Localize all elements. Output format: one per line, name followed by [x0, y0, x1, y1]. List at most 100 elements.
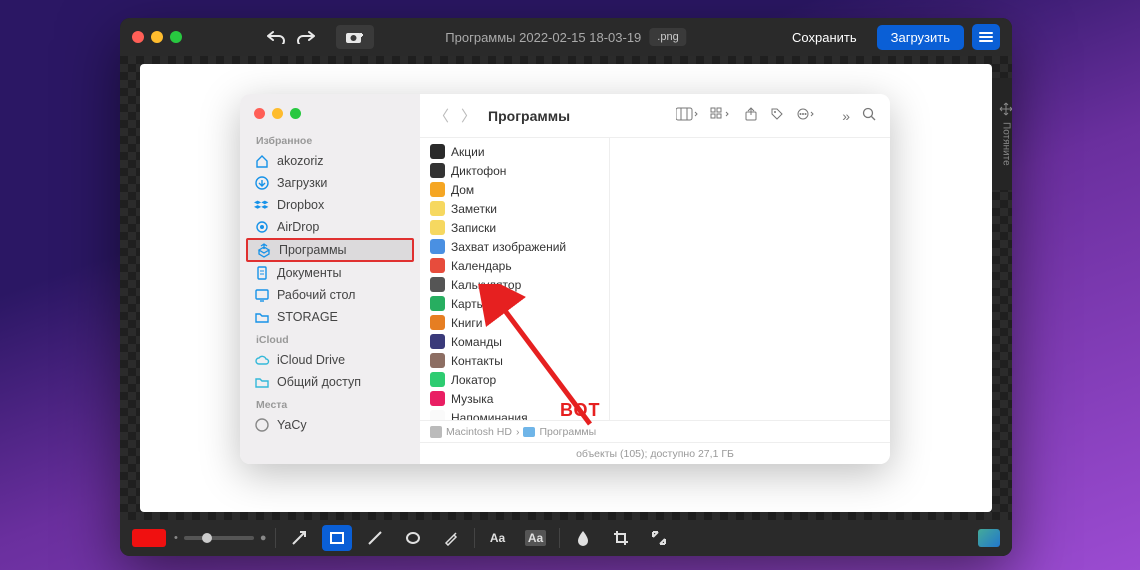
forward-button[interactable]: 〉	[461, 105, 476, 126]
menu-button[interactable]	[972, 24, 1000, 50]
file-label: Заметки	[451, 202, 497, 216]
sidebar-item-label: Общий доступ	[277, 375, 361, 389]
editor-titlebar: Программы 2022-02-15 18-03-19 .png Сохра…	[120, 18, 1012, 56]
sidebar-item[interactable]: Загрузки	[240, 172, 420, 194]
pen-tool[interactable]	[436, 525, 466, 551]
file-item[interactable]: Дом	[420, 180, 609, 199]
sidebar-item-label: Dropbox	[277, 198, 324, 212]
finder-sidebar: Избранное akozoriz Загрузки Dropbox AirDrop…	[240, 94, 420, 464]
resize-tool[interactable]	[644, 525, 674, 551]
zoom-icon[interactable]	[290, 108, 301, 119]
sidebar-item[interactable]: akozoriz	[240, 150, 420, 172]
file-item[interactable]: Карты	[420, 294, 609, 313]
rectangle-tool[interactable]	[322, 525, 352, 551]
move-icon	[999, 102, 1012, 116]
home-icon	[254, 153, 270, 169]
sidebar-item[interactable]: Общий доступ	[240, 371, 420, 393]
group-icon[interactable]	[710, 107, 732, 124]
sidebar-item-label: iCloud Drive	[277, 353, 345, 367]
sidebar-item-label: akozoriz	[277, 154, 324, 168]
minimize-icon[interactable]	[272, 108, 283, 119]
sidebar-item[interactable]: iCloud Drive	[240, 349, 420, 371]
blur-tool[interactable]	[568, 525, 598, 551]
app-icon	[430, 182, 445, 197]
file-item[interactable]: Локатор	[420, 370, 609, 389]
dropbox-icon	[254, 197, 270, 213]
file-item[interactable]: Контакты	[420, 351, 609, 370]
stroke-slider[interactable]	[184, 536, 254, 540]
app-icon	[430, 277, 445, 292]
file-item[interactable]: Календарь	[420, 256, 609, 275]
save-button[interactable]: Сохранить	[780, 25, 869, 50]
redo-button[interactable]	[292, 25, 320, 49]
close-icon[interactable]	[254, 108, 265, 119]
line-tool[interactable]	[360, 525, 390, 551]
file-label: Календарь	[451, 259, 512, 273]
sidebar-item-label: Программы	[279, 243, 347, 257]
close-icon[interactable]	[132, 31, 144, 43]
more-icon[interactable]: »	[842, 108, 850, 124]
sidebar-item[interactable]: YaCy	[240, 414, 420, 436]
file-item[interactable]: Диктофон	[420, 161, 609, 180]
share-icon[interactable]	[744, 107, 758, 124]
drag-tab[interactable]: Потяните	[992, 78, 1012, 190]
file-item[interactable]: Записки	[420, 218, 609, 237]
desk-icon	[254, 287, 270, 303]
sidebar-item-label: Документы	[277, 266, 341, 280]
file-item[interactable]: Калькулятор	[420, 275, 609, 294]
app-icon	[430, 163, 445, 178]
undo-button[interactable]	[262, 25, 290, 49]
sidebar-item[interactable]: Программы	[246, 238, 414, 262]
upload-button[interactable]: Загрузить	[877, 25, 964, 50]
crop-tool[interactable]	[606, 525, 636, 551]
app-icon	[430, 201, 445, 216]
color-swatch[interactable]	[132, 529, 166, 547]
file-label: Команды	[451, 335, 502, 349]
editor-canvas[interactable]: Избранное akozoriz Загрузки Dropbox AirDrop…	[120, 56, 1012, 520]
tag-icon[interactable]	[770, 107, 784, 124]
finder-toolbar: 〈 〉 Программы »	[420, 94, 890, 138]
back-button[interactable]: 〈	[434, 105, 449, 126]
sidebar-item[interactable]: Dropbox	[240, 194, 420, 216]
file-item[interactable]: Книги	[420, 313, 609, 332]
sidebar-item-label: Загрузки	[277, 176, 327, 190]
sidebar-item-label: Рабочий стол	[277, 288, 355, 302]
preview-thumbnail[interactable]	[978, 529, 1000, 547]
file-item[interactable]: Акции	[420, 142, 609, 161]
sidebar-item[interactable]: STORAGE	[240, 306, 420, 328]
preview-pane	[610, 138, 890, 420]
sidebar-section: Избранное	[240, 129, 420, 150]
file-item[interactable]: Заметки	[420, 199, 609, 218]
file-label: Музыка	[451, 392, 493, 406]
text-tool[interactable]: Aa	[483, 525, 513, 551]
file-item[interactable]: Команды	[420, 332, 609, 351]
editor-tool-toolbar: •● Aa Aa	[120, 520, 1012, 556]
ellipse-tool[interactable]	[398, 525, 428, 551]
file-item[interactable]: Захват изображений	[420, 237, 609, 256]
path-bar[interactable]: Macintosh HD › Программы	[420, 420, 890, 442]
action-icon[interactable]	[796, 107, 816, 124]
app-icon	[430, 391, 445, 406]
search-icon[interactable]	[862, 107, 876, 124]
file-label: Дом	[451, 183, 474, 197]
app-icon	[430, 353, 445, 368]
zoom-icon[interactable]	[170, 31, 182, 43]
sidebar-item[interactable]: AirDrop	[240, 216, 420, 238]
doc-icon	[254, 265, 270, 281]
file-label: Захват изображений	[451, 240, 566, 254]
sidebar-item[interactable]: Рабочий стол	[240, 284, 420, 306]
file-label: Напоминания	[451, 411, 528, 421]
app-icon	[430, 372, 445, 387]
arrow-tool[interactable]	[284, 525, 314, 551]
document-title: Программы 2022-02-15 18-03-19 .png	[445, 28, 686, 46]
text-bg-tool[interactable]: Aa	[521, 525, 551, 551]
minimize-icon[interactable]	[151, 31, 163, 43]
camera-button[interactable]	[336, 25, 374, 49]
file-column[interactable]: АкцииДиктофон Дом Заметки Записки Захват изо…	[420, 138, 610, 420]
file-label: Локатор	[451, 373, 496, 387]
sidebar-item[interactable]: Документы	[240, 262, 420, 284]
status-bar: объекты (105); доступно 27,1 ГБ	[420, 442, 890, 464]
app-icon	[430, 334, 445, 349]
view-columns-icon[interactable]	[676, 107, 698, 124]
app-icon	[430, 220, 445, 235]
